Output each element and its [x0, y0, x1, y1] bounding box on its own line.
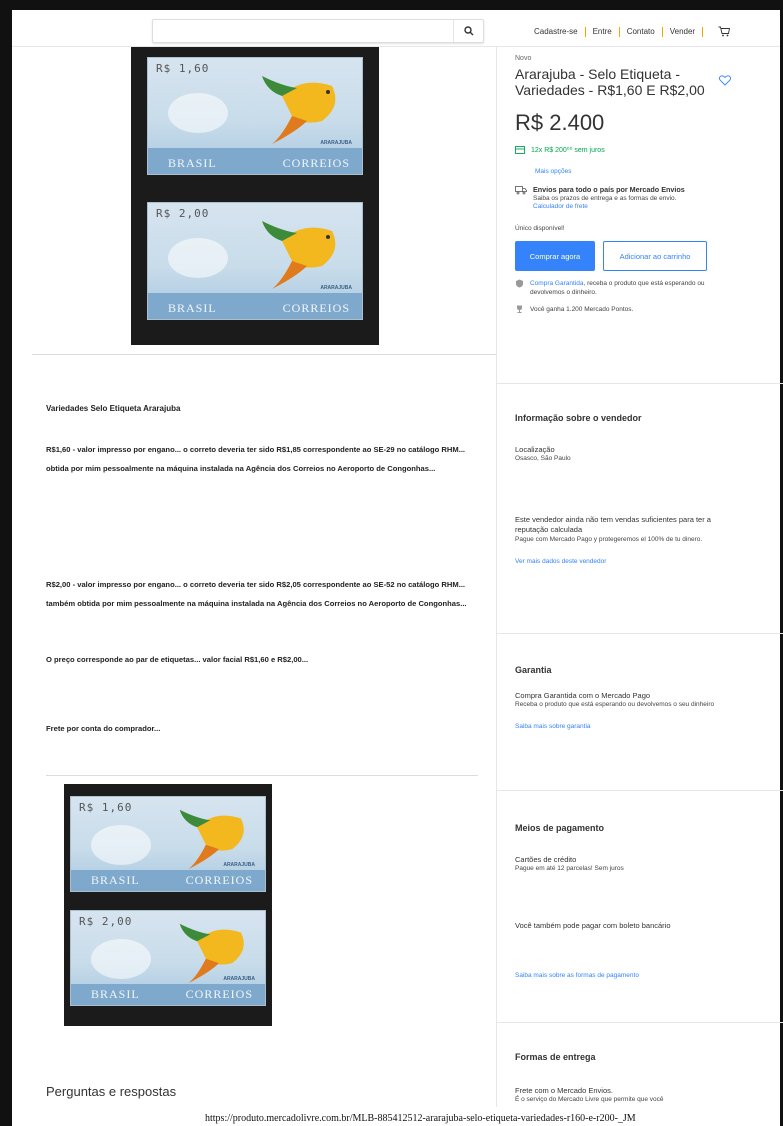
bird-name: ARARAJUBA	[223, 862, 255, 869]
product-photo-main[interactable]: R$ 1,60 ARARAJUBA BRASIL CORREIOS R$ 2,0…	[131, 47, 379, 345]
top-nav: Cadastre-se Entre Contato Vender	[534, 26, 731, 37]
stamp-country: BRASIL	[91, 873, 140, 887]
description-divider	[46, 775, 478, 776]
product-price: R$ 2.400	[515, 110, 605, 135]
cart-icon[interactable]	[718, 26, 731, 37]
description-p2: R$2,00 - valor impresso por engano... o …	[46, 580, 467, 608]
nav-sell[interactable]: Vender	[670, 27, 695, 36]
stamp-country: BRASIL	[168, 156, 217, 170]
stamp-post: CORREIOS	[282, 156, 350, 170]
guarantee-note: Compra Garantida, receba o produto que e…	[530, 279, 730, 297]
payment-title: Meios de pagamento	[515, 823, 605, 833]
search-button[interactable]	[453, 20, 483, 42]
stamp-country: BRASIL	[168, 301, 217, 315]
seller-protect: Pague com Mercado Pago y protegeremos el…	[515, 536, 703, 543]
payment-cards-sub: Pague em até 12 parcelas! Sem juros	[515, 865, 624, 872]
installments-text: 12x R$ 200⁰⁰ sem juros	[531, 147, 605, 154]
shipping-calculator-link[interactable]: Calculador de frete	[533, 203, 685, 210]
stamp-200: R$ 2,00 ARARAJUBA BRASIL CORREIOS	[147, 202, 363, 320]
product-title: Ararajuba - Selo Etiqueta - Variedades -…	[515, 66, 705, 98]
right-column: Novo Ararajuba - Selo Etiqueta - Varieda…	[496, 47, 783, 1107]
nav-contact[interactable]: Contato	[627, 27, 655, 36]
truck-icon	[515, 186, 527, 195]
payment-boleto: Você também pode pagar com boleto bancár…	[515, 921, 671, 930]
stamp-200: R$ 2,00 ARARAJUBA BRASIL CORREIOS	[70, 910, 266, 1006]
stamp-post: CORREIOS	[282, 301, 350, 315]
seller-title: Informação sobre o vendedor	[515, 413, 642, 423]
more-options-link[interactable]: Mais opções	[535, 168, 773, 175]
location-label: Localização	[515, 445, 555, 454]
qa-title: Perguntas e respostas	[46, 1084, 177, 1099]
delivery-line: Frete com o Mercado Envios.	[515, 1086, 613, 1095]
availability: Único disponível!	[515, 225, 565, 232]
location-value: Osasco, São Paulo	[515, 455, 571, 462]
parrot-icon	[262, 76, 336, 144]
delivery-title: Formas de entrega	[515, 1052, 596, 1062]
parrot-icon	[179, 809, 244, 870]
bird-name: ARARAJUBA	[223, 976, 255, 983]
payment-link[interactable]: Saiba mais sobre as formas de pagamento	[515, 972, 773, 979]
points-note: Você ganha 1.200 Mercado Pontos.	[530, 306, 634, 313]
product-photo-secondary[interactable]: R$ 1,60 ARARAJUBA BRASIL CORREIOS R$ 2,0…	[64, 784, 272, 1026]
stamp-value: R$ 2,00	[156, 207, 210, 220]
stamp-value: R$ 2,00	[79, 915, 133, 928]
shipping-subtitle: Saiba os prazos de entrega e as formas d…	[533, 195, 677, 202]
stamp-160: R$ 1,60 ARARAJUBA BRASIL CORREIOS	[70, 796, 266, 892]
add-to-cart-button[interactable]: Adicionar ao carrinho	[603, 241, 707, 271]
warranty-sub: Receba o produto que está esperando ou d…	[515, 701, 715, 708]
description-p1: R$1,60 - valor impresso por engano... o …	[46, 445, 466, 473]
section-divider	[497, 790, 783, 791]
shipping-title: Envios para todo o país por Mercado Envi…	[533, 185, 685, 194]
bird-name: ARARAJUBA	[320, 140, 352, 147]
search-input[interactable]	[152, 19, 484, 43]
section-divider	[497, 383, 783, 384]
description-p4: Frete por conta do comprador...	[46, 724, 161, 733]
stamp-value: R$ 1,60	[79, 801, 133, 814]
stamp-post: CORREIOS	[185, 987, 253, 1001]
search-icon	[463, 26, 473, 36]
stamp-country: BRASIL	[91, 987, 140, 1001]
description-title: Variedades Selo Etiqueta Ararajuba	[46, 404, 181, 413]
payment-cards: Cartões de crédito	[515, 855, 577, 864]
shield-icon	[516, 279, 523, 288]
installments: 12x R$ 200⁰⁰ sem juros	[515, 146, 773, 154]
section-divider	[497, 1022, 783, 1023]
seller-more-link[interactable]: Ver mais dados deste vendedor	[515, 558, 773, 565]
warranty-link[interactable]: Saiba mais sobre garantia	[515, 723, 773, 730]
trophy-icon	[517, 305, 522, 313]
card-icon	[515, 146, 525, 154]
buy-now-button[interactable]: Comprar agora	[515, 241, 595, 271]
parrot-icon	[262, 221, 336, 289]
top-bar: Cadastre-se Entre Contato Vender	[12, 10, 780, 47]
section-divider	[497, 633, 783, 634]
heart-icon[interactable]	[719, 75, 731, 86]
bird-name: ARARAJUBA	[320, 285, 352, 292]
stamp-post: CORREIOS	[185, 873, 253, 887]
condition-label: Novo	[515, 55, 532, 62]
warranty-line: Compra Garantida com o Mercado Pago	[515, 691, 651, 700]
stamp-value: R$ 1,60	[156, 62, 210, 75]
nav-signup[interactable]: Cadastre-se	[534, 27, 578, 36]
stamp-160: R$ 1,60 ARARAJUBA BRASIL CORREIOS	[147, 57, 363, 175]
description-p3: O preço corresponde ao par de etiquetas.…	[46, 655, 309, 664]
page-url: https://produto.mercadolivre.com.br/MLB-…	[205, 1113, 636, 1124]
parrot-icon	[179, 923, 244, 984]
left-column: R$ 1,60 ARARAJUBA BRASIL CORREIOS R$ 2,0…	[12, 47, 496, 1107]
guarantee-link[interactable]: Compra Garantida	[530, 280, 583, 287]
warranty-title: Garantia	[515, 665, 552, 675]
nav-login[interactable]: Entre	[593, 27, 612, 36]
photo-divider	[32, 354, 496, 355]
delivery-sub: É o serviço do Mercado Livre que permite…	[515, 1096, 664, 1103]
seller-reputation: Este vendedor ainda não tem vendas sufic…	[515, 515, 711, 534]
